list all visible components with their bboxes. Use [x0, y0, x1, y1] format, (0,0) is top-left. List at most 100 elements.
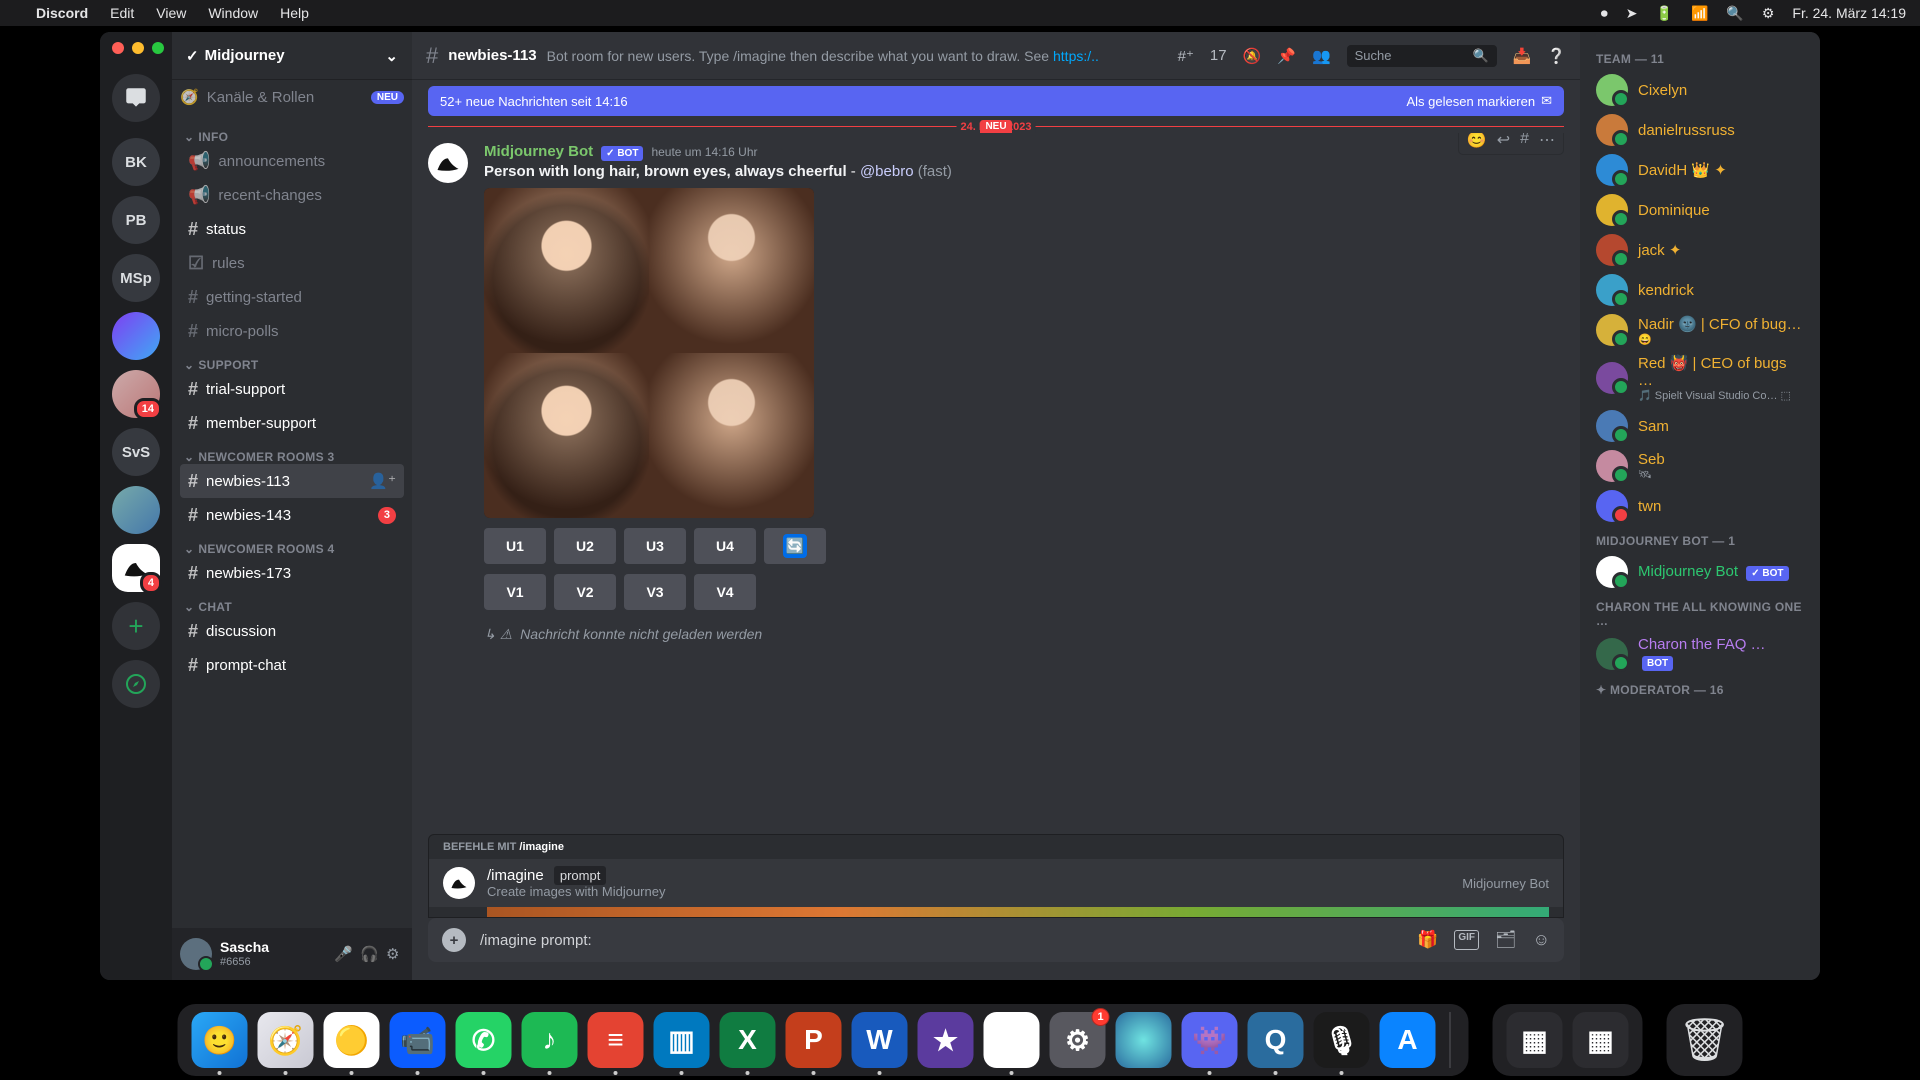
self-avatar[interactable] — [180, 938, 212, 970]
channel-category[interactable]: ⌄ INFO — [180, 130, 404, 144]
result-image-1[interactable] — [484, 188, 649, 353]
channel-category[interactable]: ⌄ NEWCOMER ROOMS 3 — [180, 450, 404, 464]
traffic-lights[interactable] — [112, 42, 164, 54]
channel-micro-polls[interactable]: #micro-polls — [180, 314, 404, 348]
notifications-icon[interactable]: 🔕 — [1243, 47, 1262, 65]
message-composer[interactable]: + /imagine prompt: 🎁 GIF 🗂 ☺ — [428, 918, 1564, 962]
channel-discussion[interactable]: #discussion — [180, 614, 404, 648]
result-image-4[interactable] — [649, 353, 814, 518]
upscale-1[interactable]: U1 — [484, 528, 546, 564]
wifi-icon[interactable]: 📶 — [1691, 5, 1708, 22]
member-row[interactable]: Dominique — [1588, 190, 1812, 230]
channel-newbies-143[interactable]: #newbies-1433 — [180, 498, 404, 532]
member-row[interactable]: Seb🛰 — [1588, 446, 1812, 486]
menubar-clock[interactable]: Fr. 24. März 14:19 — [1792, 5, 1906, 21]
server-bk[interactable]: BK — [112, 138, 160, 186]
dock-finder[interactable]: 🙂 — [192, 1012, 248, 1068]
message-author[interactable]: Midjourney Bot — [484, 143, 593, 160]
search-input[interactable]: Suche 🔍 — [1347, 45, 1497, 67]
sticker-icon[interactable]: 🗂 — [1495, 930, 1517, 950]
dock-settings[interactable]: ⚙1 — [1050, 1012, 1106, 1068]
bot-avatar[interactable] — [428, 143, 468, 183]
add-server-button[interactable]: + — [112, 602, 160, 650]
dock-imovie[interactable]: ★ — [918, 1012, 974, 1068]
channels-and-roles[interactable]: 🧭 Kanäle & Rollen NEU — [172, 80, 412, 114]
variation-3[interactable]: V3 — [624, 574, 686, 610]
server-avatar1[interactable]: 14 — [112, 370, 160, 418]
member-row[interactable]: kendrick — [1588, 270, 1812, 310]
upscale-3[interactable]: U3 — [624, 528, 686, 564]
reroll-button[interactable]: 🔄 — [764, 528, 826, 564]
thread-icon[interactable]: # — [1520, 133, 1529, 150]
server-pb[interactable]: PB — [112, 196, 160, 244]
variation-2[interactable]: V2 — [554, 574, 616, 610]
channel-category[interactable]: ⌄ NEWCOMER ROOMS 4 — [180, 542, 404, 556]
pinned-icon[interactable]: 📌 — [1277, 47, 1296, 65]
dock-mission1[interactable]: ▦ — [1507, 1012, 1563, 1068]
result-image-grid[interactable] — [484, 188, 814, 518]
menubar-window[interactable]: Window — [208, 5, 258, 21]
member-row[interactable]: Red 👹 | CEO of bugs …🎵 Spielt Visual Stu… — [1588, 350, 1812, 406]
reply-icon[interactable]: ↩ — [1497, 133, 1510, 150]
location-icon[interactable]: ➤ — [1626, 5, 1638, 22]
battery-icon[interactable]: 🔋 — [1656, 5, 1673, 22]
member-row[interactable]: danielrussruss — [1588, 110, 1812, 150]
dock-drive[interactable]: ▲ — [984, 1012, 1040, 1068]
member-charon[interactable]: Charon the FAQ … BOT — [1588, 632, 1812, 675]
dock-safari[interactable]: 🧭 — [258, 1012, 314, 1068]
result-image-3[interactable] — [484, 353, 649, 518]
result-image-2[interactable] — [649, 188, 814, 353]
attach-button[interactable]: + — [442, 928, 466, 952]
dock-todoist[interactable]: ≡ — [588, 1012, 644, 1068]
minimize-icon[interactable] — [132, 42, 144, 54]
chevron-down-icon[interactable]: ⌄ — [385, 47, 398, 65]
dock-excel[interactable]: X — [720, 1012, 776, 1068]
dock-spotify[interactable]: ♪ — [522, 1012, 578, 1068]
channel-topic[interactable]: Bot room for new users. Type /imagine th… — [547, 48, 1099, 64]
help-icon[interactable]: ❔ — [1547, 47, 1566, 65]
dock-voice[interactable]: 🎙 — [1314, 1012, 1370, 1068]
dock-powerpoint[interactable]: P — [786, 1012, 842, 1068]
channel-getting-started[interactable]: #getting-started — [180, 280, 404, 314]
member-row[interactable]: Sam — [1588, 406, 1812, 446]
composer-text[interactable]: /imagine prompt: — [480, 932, 1403, 949]
mute-icon[interactable]: 🎤 — [334, 945, 352, 963]
channel-newbies-173[interactable]: #newbies-173 — [180, 556, 404, 590]
channel-announcements[interactable]: 📢announcements — [180, 144, 404, 178]
member-row[interactable]: Cixelyn — [1588, 70, 1812, 110]
upscale-2[interactable]: U2 — [554, 528, 616, 564]
dock-siri[interactable] — [1116, 1012, 1172, 1068]
dock-word[interactable]: W — [852, 1012, 908, 1068]
member-row[interactable]: jack ✦ — [1588, 230, 1812, 270]
mark-read-icon[interactable]: ✉ — [1541, 93, 1552, 109]
dock-whatsapp[interactable]: ✆ — [456, 1012, 512, 1068]
settings-icon[interactable]: ⚙ — [386, 945, 404, 963]
channel-trial-support[interactable]: #trial-support — [180, 372, 404, 406]
member-row[interactable]: Nadir 🌚 | CFO of bug…😄 — [1588, 310, 1812, 350]
gift-icon[interactable]: 🎁 — [1417, 930, 1438, 950]
menubar-app[interactable]: Discord — [36, 5, 88, 21]
new-messages-banner[interactable]: 52+ neue Nachrichten seit 14:16 Als gele… — [428, 86, 1564, 116]
server-dm[interactable] — [112, 74, 160, 122]
channel-status[interactable]: #status — [180, 212, 404, 246]
command-item[interactable]: /imagine prompt Create images with Midjo… — [429, 859, 1563, 907]
member-row[interactable]: twn — [1588, 486, 1812, 526]
spotlight-icon[interactable]: 🔍 — [1726, 5, 1743, 22]
dock-mission2[interactable]: ▦ — [1573, 1012, 1629, 1068]
members-icon[interactable]: 👥 — [1312, 47, 1331, 65]
server-avatar2[interactable] — [112, 486, 160, 534]
channel-category[interactable]: ⌄ SUPPORT — [180, 358, 404, 372]
mention[interactable]: @bebro — [860, 163, 914, 180]
member-row[interactable]: DavidH 👑 ✦ — [1588, 150, 1812, 190]
menubar-edit[interactable]: Edit — [110, 5, 134, 21]
emoji-icon[interactable]: ☺ — [1533, 930, 1550, 950]
dock-quicktime[interactable]: Q — [1248, 1012, 1304, 1068]
dock-appstore[interactable]: A — [1380, 1012, 1436, 1068]
server-img1[interactable] — [112, 312, 160, 360]
gif-icon[interactable]: GIF — [1454, 930, 1479, 950]
explore-servers-button[interactable] — [112, 660, 160, 708]
variation-1[interactable]: V1 — [484, 574, 546, 610]
mark-read-label[interactable]: Als gelesen markieren — [1406, 94, 1535, 109]
server-msp[interactable]: MSp — [112, 254, 160, 302]
deafen-icon[interactable]: 🎧 — [360, 945, 378, 963]
